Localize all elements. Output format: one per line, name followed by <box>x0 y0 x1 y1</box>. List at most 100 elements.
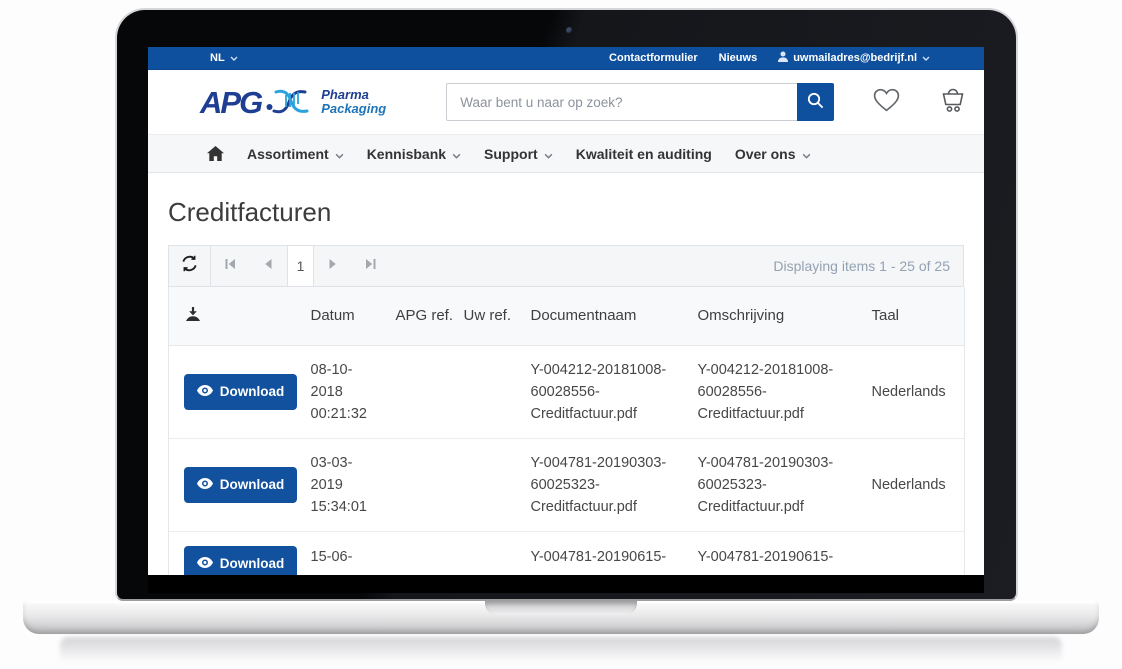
cell-uw-ref <box>464 531 531 575</box>
main-navigation: Assortiment Kennisbank Support Kwaliteit… <box>148 134 984 173</box>
download-button-label: Download <box>220 384 285 399</box>
topbar-link-nieuws[interactable]: Nieuws <box>719 52 758 64</box>
logo-tagline-line1: Pharma <box>321 88 386 102</box>
laptop-lid: NL Contactformulier Nieuws uwmailadres@ <box>115 8 1018 601</box>
cell-uw-ref <box>464 345 531 438</box>
cell-apg-ref <box>396 438 464 531</box>
eye-icon <box>197 556 213 571</box>
laptop-screen: NL Contactformulier Nieuws uwmailadres@ <box>148 47 984 593</box>
cart-icon <box>939 86 967 118</box>
next-page-button[interactable] <box>314 246 352 286</box>
account-menu[interactable]: uwmailadres@bedrijf.nl <box>778 51 930 65</box>
cell-taal <box>872 531 965 575</box>
webcam-dot <box>566 27 573 34</box>
cell-omschrijving: Y-004781-20190615- <box>698 531 872 575</box>
documents-table: Datum APG ref. Uw ref. Documentnaam Omsc… <box>168 287 965 575</box>
language-selector[interactable]: NL <box>210 52 238 64</box>
browser-viewport: NL Contactformulier Nieuws uwmailadres@ <box>148 47 984 575</box>
column-header-taal: Taal <box>872 287 965 345</box>
topbar-link-contactformulier[interactable]: Contactformulier <box>609 52 698 64</box>
chevron-down-icon <box>335 146 344 162</box>
laptop-reflection <box>60 637 1062 663</box>
cell-documentnaam: Y-004212-20181008-60028556-Creditfactuur… <box>531 345 698 438</box>
search-input[interactable] <box>446 83 797 121</box>
previous-page-icon <box>262 257 274 275</box>
previous-page-button[interactable] <box>249 246 287 286</box>
cell-documentnaam: Y-004781-20190615- <box>531 531 698 575</box>
search-button[interactable] <box>797 83 834 121</box>
nav-item-label: Kwaliteit en auditing <box>576 146 712 162</box>
next-page-icon <box>327 257 339 275</box>
column-header-uw-ref: Uw ref. <box>464 287 531 345</box>
last-page-icon <box>365 257 377 275</box>
table-row: Download 03-03-2019 15:34:01 Y-004781-20… <box>169 438 965 531</box>
nav-item-label: Support <box>484 146 538 162</box>
eye-icon <box>197 384 213 399</box>
user-icon <box>778 51 788 65</box>
cell-datum: 03-03-2019 15:34:01 <box>311 438 396 531</box>
column-header-apg-ref: APG ref. <box>396 287 464 345</box>
first-page-icon <box>224 257 236 275</box>
nav-item-kennisbank[interactable]: Kennisbank <box>367 146 461 162</box>
download-button-label: Download <box>220 477 285 492</box>
account-email: uwmailadres@bedrijf.nl <box>793 52 917 64</box>
first-page-button[interactable] <box>211 246 249 286</box>
nav-item-label: Assortiment <box>247 146 329 162</box>
topbar-links: Contactformulier Nieuws uwmailadres@bedr… <box>609 51 930 65</box>
eye-icon <box>197 477 213 492</box>
site-header: APG Pharma Packaging <box>148 70 984 134</box>
download-icon <box>184 309 202 326</box>
cell-taal: Nederlands <box>872 345 965 438</box>
last-page-button[interactable] <box>352 246 390 286</box>
cell-uw-ref <box>464 438 531 531</box>
nav-item-label: Kennisbank <box>367 146 446 162</box>
search-bar <box>446 83 834 121</box>
page-content: Creditfacturen <box>148 197 984 575</box>
laptop-mockup: NL Contactformulier Nieuws uwmailadres@ <box>0 0 1122 669</box>
dna-helix-icon <box>266 83 316 122</box>
refresh-icon <box>180 255 199 277</box>
column-header-datum: Datum <box>311 287 396 345</box>
apg-logo[interactable]: APG Pharma Packaging <box>200 83 386 122</box>
chevron-down-icon <box>452 146 461 162</box>
cell-datum: 15-06- <box>311 531 396 575</box>
column-header-documentnaam: Documentnaam <box>531 287 698 345</box>
topbar: NL Contactformulier Nieuws uwmailadres@ <box>148 47 984 70</box>
chevron-down-icon <box>230 52 238 64</box>
nav-item-over-ons[interactable]: Over ons <box>735 146 811 162</box>
paging-status: Displaying items 1 - 25 of 25 <box>773 258 963 274</box>
download-button-label: Download <box>220 556 285 571</box>
wishlist-button[interactable] <box>872 87 901 118</box>
nav-item-label: Over ons <box>735 146 796 162</box>
download-button[interactable]: Download <box>184 467 297 503</box>
cart-button[interactable] <box>939 86 967 118</box>
search-icon <box>807 92 824 112</box>
heart-icon <box>872 87 901 118</box>
cell-omschrijving: Y-004781-20190303-60025323-Creditfactuur… <box>698 438 872 531</box>
nav-item-assortiment[interactable]: Assortiment <box>247 146 344 162</box>
table-row: Download 08-10-2018 00:21:32 Y-004212-20… <box>169 345 965 438</box>
download-all-header[interactable] <box>169 287 311 345</box>
cell-documentnaam: Y-004781-20190303-60025323-Creditfactuur… <box>531 438 698 531</box>
laptop-notch <box>485 601 637 615</box>
laptop-base <box>23 601 1099 634</box>
nav-item-kwaliteit-en-auditing[interactable]: Kwaliteit en auditing <box>576 146 712 162</box>
logo-text: APG <box>200 87 261 118</box>
current-page[interactable]: 1 <box>287 246 314 286</box>
nav-item-support[interactable]: Support <box>484 146 553 162</box>
cell-datum: 08-10-2018 00:21:32 <box>311 345 396 438</box>
home-icon[interactable] <box>207 146 224 161</box>
table-row: Download 15-06- Y-004781-20190615- Y-004… <box>169 531 965 575</box>
refresh-button[interactable] <box>169 246 211 286</box>
cell-apg-ref <box>396 531 464 575</box>
download-button[interactable]: Download <box>184 374 297 410</box>
column-header-omschrijving: Omschrijving <box>698 287 872 345</box>
chevron-down-icon <box>544 146 553 162</box>
download-button[interactable]: Download <box>184 546 297 576</box>
cell-omschrijving: Y-004212-20181008-60028556-Creditfactuur… <box>698 345 872 438</box>
cell-apg-ref <box>396 345 464 438</box>
chevron-down-icon <box>802 146 811 162</box>
table-header-row: Datum APG ref. Uw ref. Documentnaam Omsc… <box>169 287 965 345</box>
logo-tagline: Pharma Packaging <box>321 88 386 116</box>
logo-tagline-line2: Packaging <box>321 102 386 116</box>
